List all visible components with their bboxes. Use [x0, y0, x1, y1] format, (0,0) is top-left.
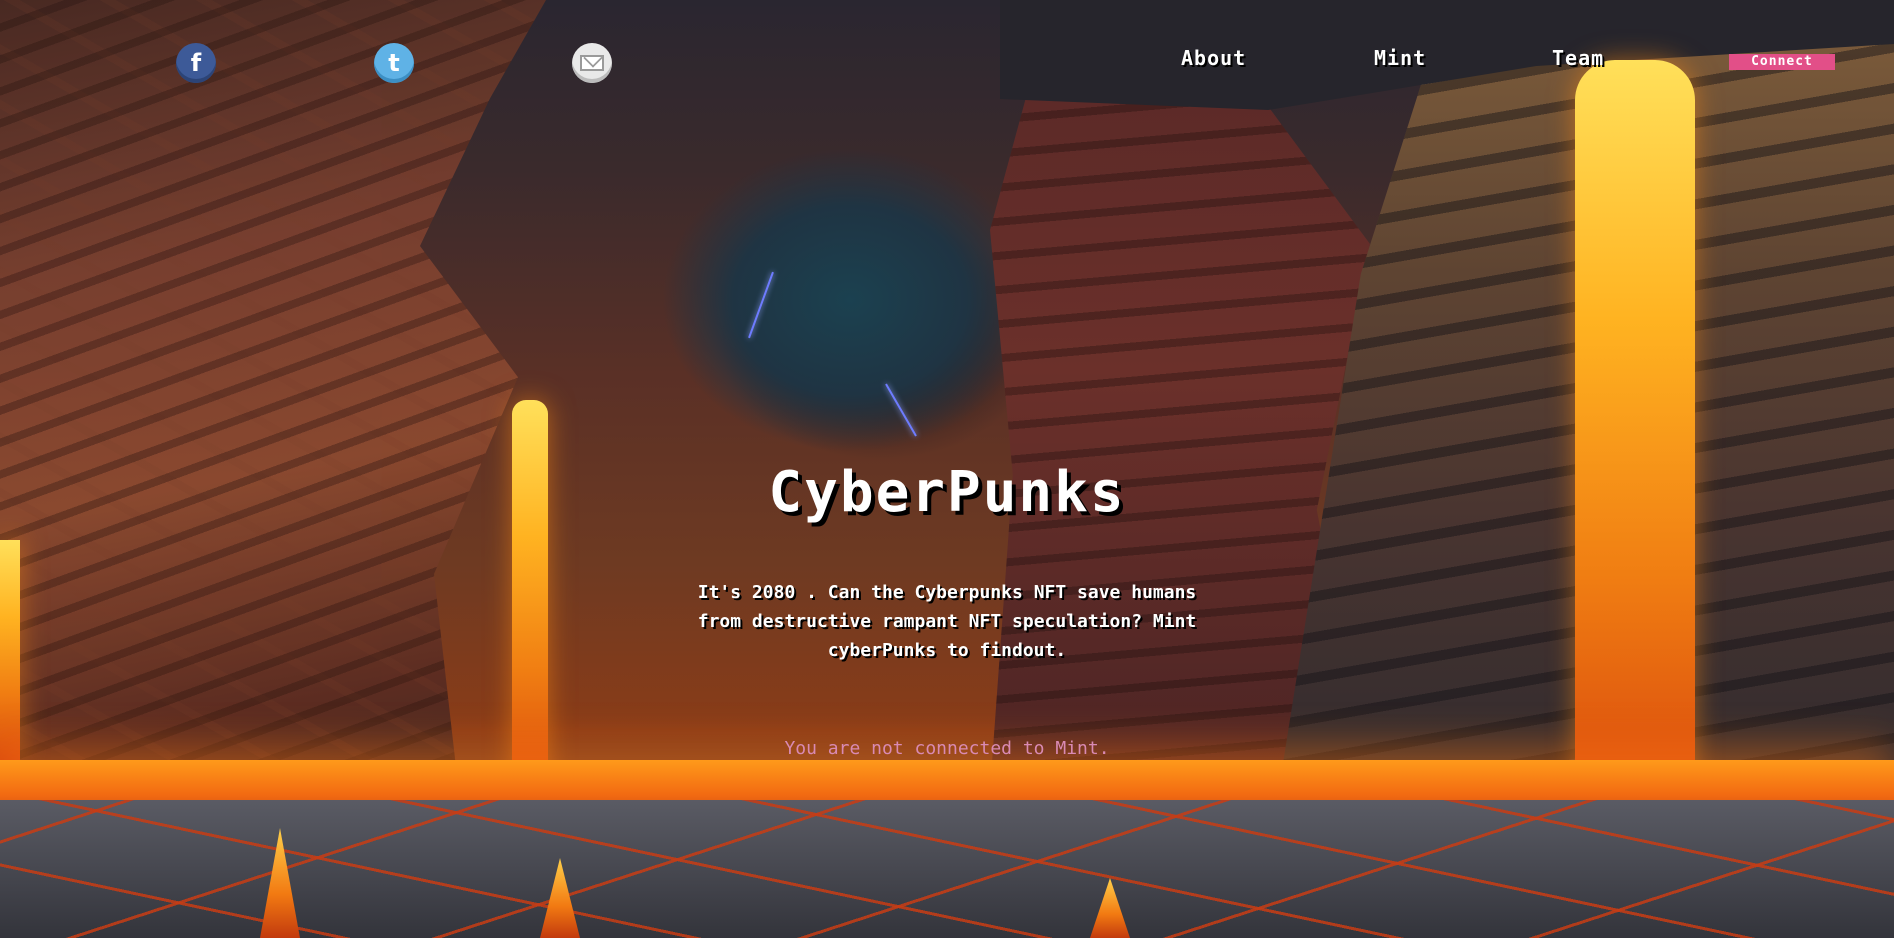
lava-fall-right	[1575, 60, 1695, 800]
page: f t About Mint Team Connect CyberPunks I…	[0, 0, 1894, 938]
lightning-bolt	[748, 271, 774, 339]
nav-team-link[interactable]: Team	[1552, 48, 1604, 68]
twitter-icon[interactable]: t	[374, 43, 414, 83]
lava-fall-edge	[0, 540, 20, 760]
cracked-stone-floor	[0, 800, 1894, 938]
flame	[1090, 878, 1130, 938]
connection-status-text: You are not connected to Mint.	[784, 738, 1110, 759]
twitter-glyph: t	[388, 49, 400, 77]
facebook-glyph: f	[190, 49, 202, 77]
flame	[260, 828, 300, 938]
hero-title: CyberPunks	[768, 460, 1126, 525]
facebook-icon[interactable]: f	[176, 43, 216, 83]
left-cliff-rock	[0, 0, 546, 820]
flame	[540, 858, 580, 938]
lava-fall-left	[512, 400, 548, 790]
nav-about-link[interactable]: About	[1181, 48, 1246, 68]
envelope-icon	[580, 55, 604, 71]
mail-icon[interactable]	[572, 43, 612, 83]
connect-button[interactable]: Connect	[1729, 54, 1835, 70]
nav-mint-link[interactable]: Mint	[1374, 48, 1426, 68]
hero-description: It's 2080 . Can the Cyberpunks NFT save …	[697, 582, 1197, 661]
lightning-bolt	[885, 383, 917, 437]
